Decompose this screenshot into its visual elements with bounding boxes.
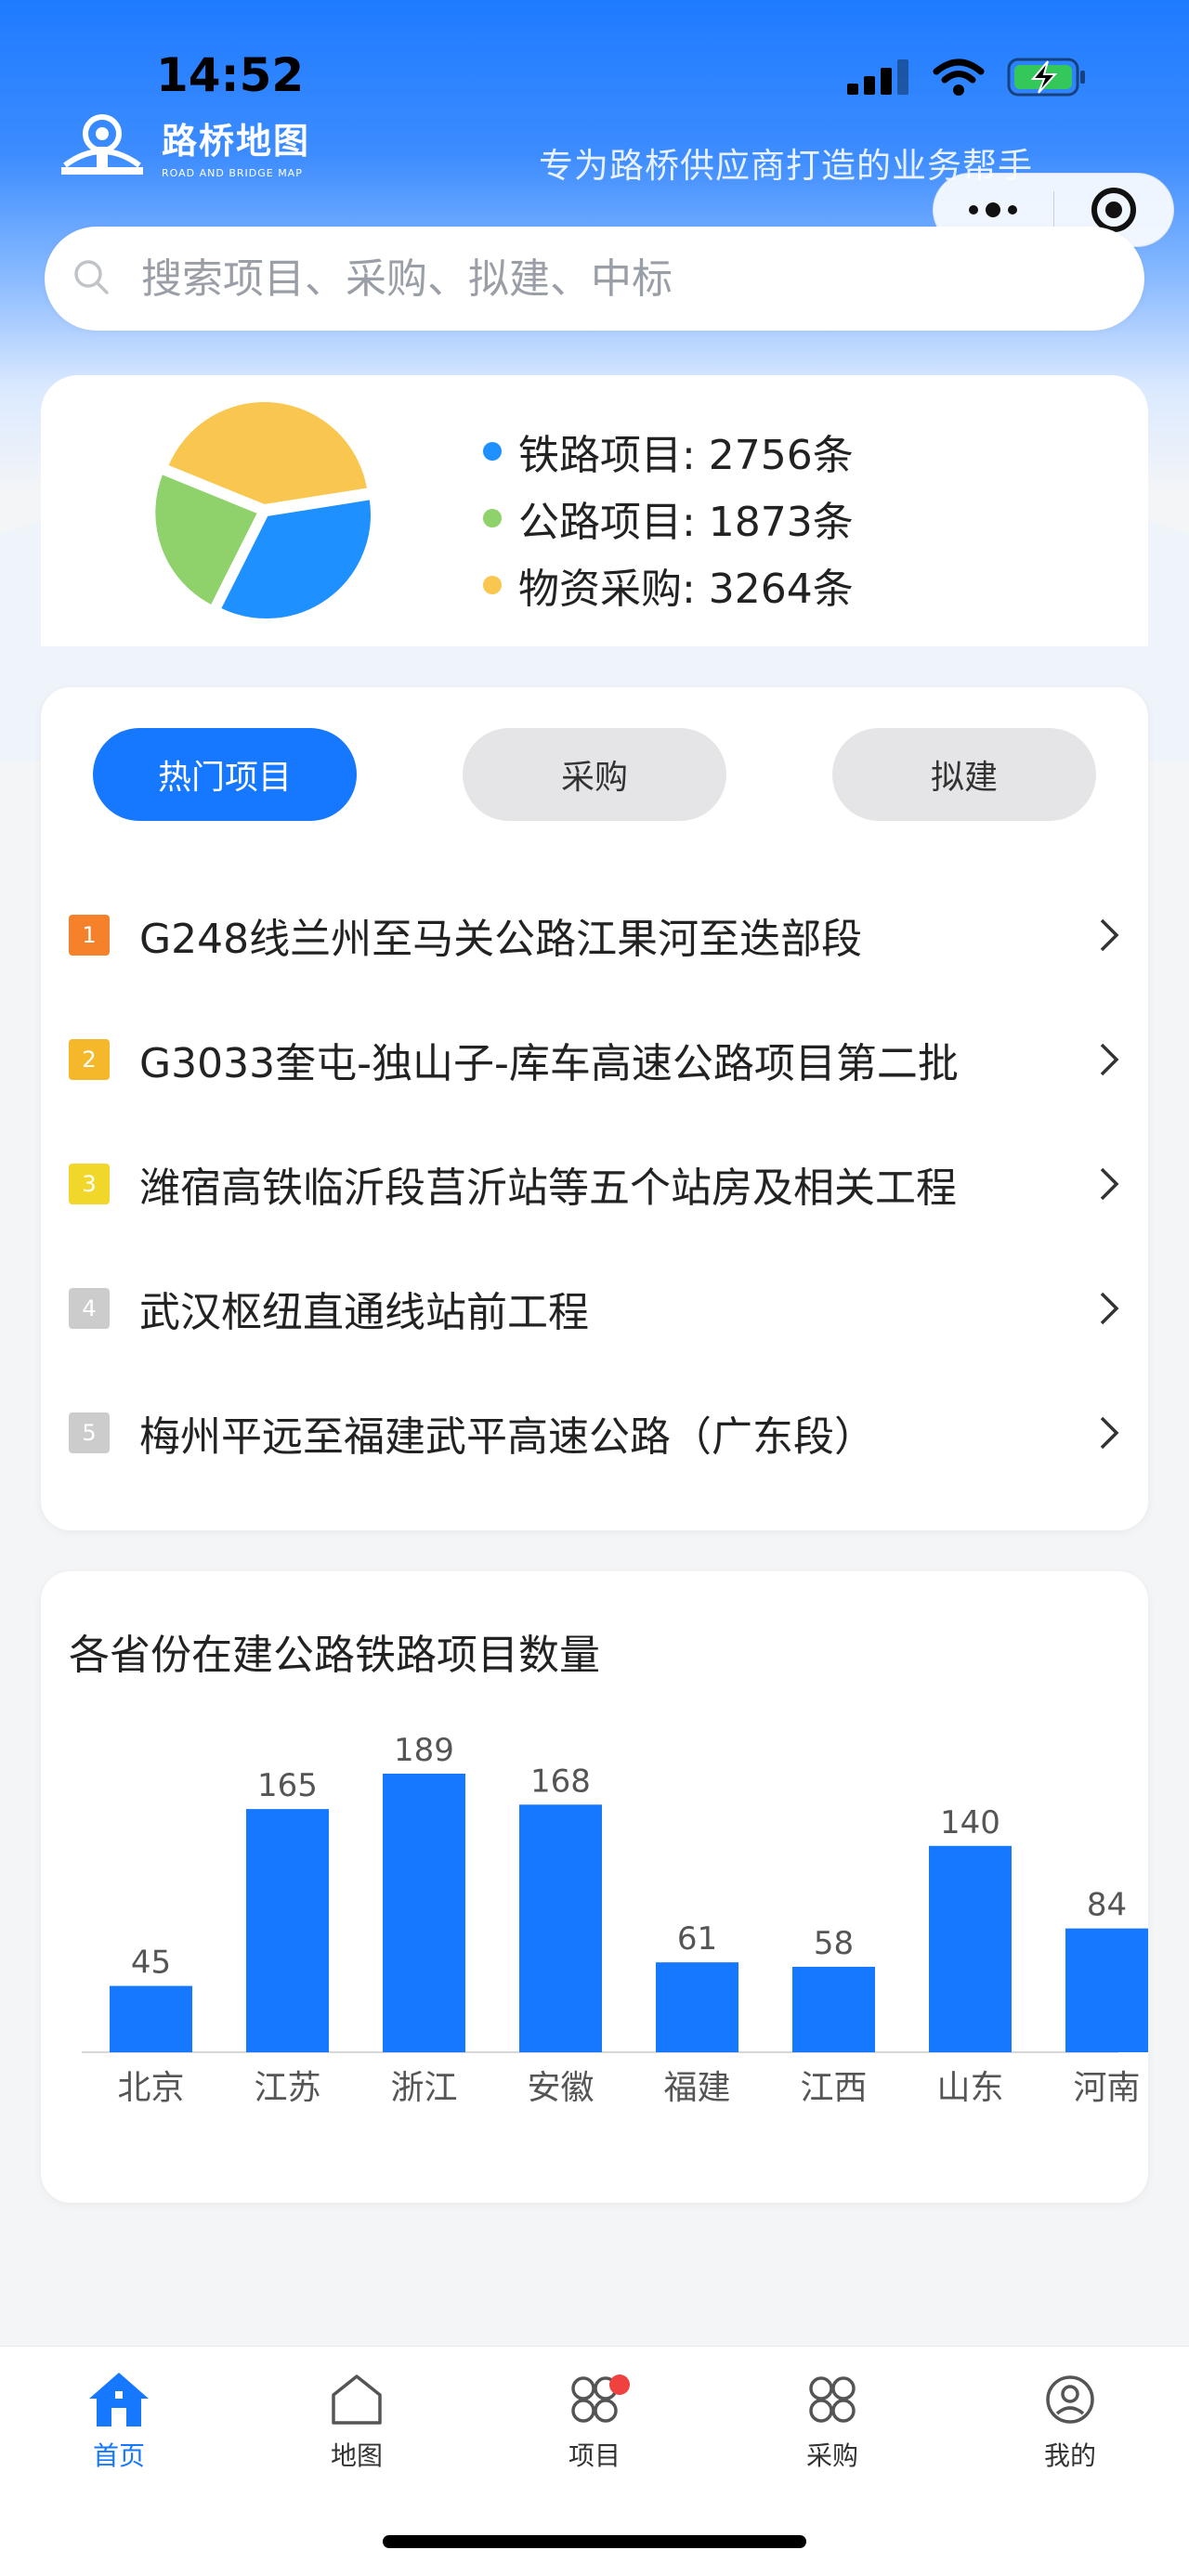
logo-icon [59, 110, 145, 182]
chart-bar[interactable] [792, 1966, 875, 2052]
rank-badge: 1 [69, 915, 110, 956]
category-tabs: 热门项目 采购 拟建 [93, 728, 1096, 821]
bar-value-label: 189 [394, 1732, 454, 1769]
more-dot-icon [969, 205, 979, 215]
x-tick-label: 福建 [663, 2069, 730, 2107]
rank-badge: 4 [69, 1288, 110, 1329]
bar-value-label: 84 [1087, 1887, 1127, 1924]
x-tick-label: 山东 [936, 2069, 1003, 2107]
list-item[interactable]: 4 武汉枢纽直通线站前工程 [69, 1246, 1128, 1371]
legend-item-purchase[interactable]: 物资采购: 3264条 [483, 552, 854, 618]
legend-label: 物资采购: 3264条 [518, 566, 854, 613]
tabbar-item-map[interactable]: 地图 [282, 2371, 431, 2473]
rank-badge: 3 [69, 1164, 110, 1204]
logo-name: 路桥地图 [162, 121, 311, 162]
logo-subtitle: ROAD AND BRIDGE MAP [162, 167, 303, 179]
x-tick-label: 江苏 [254, 2069, 320, 2107]
hot-project-list: 1 G248线兰州至马关公路江果河至迭部段 2 G3033奎屯-独山子-库车高速… [69, 873, 1128, 1495]
chart-bar[interactable] [929, 1845, 1012, 2052]
bar-value-label: 61 [677, 1920, 717, 1958]
list-item[interactable]: 2 G3033奎屯-独山子-库车高速公路项目第二批 [69, 997, 1128, 1122]
legend-dot [483, 509, 502, 527]
chart-bar[interactable] [656, 1962, 738, 2052]
province-chart-card: 45 北京 165 江苏 189 浙江 168 安徽 61 福建 58 江西 140 山东 84 河南 各省份… [41, 1571, 1148, 2203]
notification-badge [609, 2374, 630, 2395]
tabbar-item-profile[interactable]: 我的 [996, 2371, 1144, 2473]
bar-value-label: 58 [814, 1925, 854, 1962]
tab-purchase[interactable]: 采购 [463, 728, 726, 821]
rank-badge: 2 [69, 1039, 110, 1080]
list-item[interactable]: 5 梅州平远至福建武平高速公路（广东段） [69, 1371, 1128, 1495]
bar-value-label: 168 [530, 1763, 591, 1800]
chart-bar[interactable] [246, 1809, 329, 2052]
search-icon [72, 258, 110, 299]
home-indicator [383, 2535, 806, 2548]
x-tick-label: 河南 [1073, 2069, 1140, 2107]
tabbar-label: 项目 [568, 2440, 621, 2471]
x-tick-label: 安徽 [527, 2069, 594, 2107]
more-dot-icon [986, 202, 1001, 217]
chart-title: 各省份在建公路铁路项目数量 [69, 1632, 600, 1679]
hot-projects-card: 热门项目 采购 拟建 1 G248线兰州至马关公路江果河至迭部段 2 G3033… [41, 687, 1148, 1530]
chart-bar[interactable] [519, 1804, 602, 2052]
chart-bar[interactable] [383, 1774, 465, 2052]
x-tick-label: 浙江 [390, 2069, 457, 2107]
tabbar-label: 采购 [805, 2440, 858, 2471]
tab-hot-projects[interactable]: 热门项目 [93, 728, 357, 821]
search-bar[interactable] [45, 227, 1144, 331]
list-item[interactable]: 3 潍宿高铁临沂段莒沂站等五个站房及相关工程 [69, 1122, 1128, 1246]
rank-badge: 5 [69, 1412, 110, 1453]
chevron-right-icon [1091, 917, 1128, 954]
legend-dot [483, 442, 502, 461]
chevron-right-icon [1091, 1165, 1128, 1203]
chevron-right-icon [1091, 1290, 1128, 1327]
project-title: G3033奎屯-独山子-库车高速公路项目第二批 [139, 1040, 959, 1087]
tabbar-item-projects[interactable]: 项目 [520, 2371, 669, 2473]
chevron-right-icon [1091, 1414, 1128, 1451]
purchase-icon [809, 2376, 856, 2423]
x-tick-label: 北京 [117, 2069, 184, 2107]
chart-bar[interactable] [1065, 1928, 1148, 2052]
chevron-right-icon [1091, 1041, 1128, 1078]
tabbar-label: 我的 [1043, 2440, 1096, 2471]
project-title: 梅州平远至福建武平高速公路（广东段） [139, 1413, 875, 1461]
stats-pie-chart [152, 399, 374, 622]
bar-value-label: 140 [940, 1804, 1000, 1841]
profile-icon [1046, 2375, 1094, 2424]
bar-value-label: 165 [257, 1767, 318, 1804]
tabbar-item-home[interactable]: 首页 [45, 2371, 193, 2473]
project-title: 武汉枢纽直通线站前工程 [139, 1289, 589, 1336]
search-input[interactable] [141, 254, 1070, 303]
more-dot-icon [1008, 205, 1018, 215]
battery-charging-icon [1007, 58, 1087, 100]
home-icon [89, 2373, 149, 2426]
legend-dot [483, 576, 502, 594]
wifi-icon [933, 59, 985, 99]
tabbar-label: 首页 [92, 2440, 145, 2471]
x-tick-label: 江西 [800, 2069, 867, 2107]
legend-item-highway[interactable]: 公路项目: 1873条 [483, 485, 854, 552]
stats-legend: 铁路项目: 2756条 公路项目: 1873条 物资采购: 3264条 [483, 418, 854, 618]
status-icons [847, 58, 1087, 100]
chart-bar[interactable] [110, 1985, 192, 2052]
app-logo: 路桥地图 ROAD AND BRIDGE MAP [59, 110, 310, 182]
status-time: 14:52 [156, 48, 305, 102]
project-title: 潍宿高铁临沂段莒沂站等五个站房及相关工程 [139, 1164, 957, 1212]
stats-card: 铁路项目: 2756条 公路项目: 1873条 物资采购: 3264条 [41, 375, 1148, 646]
list-item[interactable]: 1 G248线兰州至马关公路江果河至迭部段 [69, 873, 1128, 997]
legend-label: 公路项目: 1873条 [518, 499, 854, 546]
bar-value-label: 45 [131, 1945, 171, 1982]
map-icon [332, 2374, 382, 2425]
tabbar-label: 地图 [330, 2440, 383, 2471]
project-title: G248线兰州至马关公路江果河至迭部段 [139, 916, 863, 963]
tab-planned[interactable]: 拟建 [832, 728, 1096, 821]
more-menu-button[interactable] [934, 202, 1053, 217]
legend-item-railway[interactable]: 铁路项目: 2756条 [483, 418, 854, 485]
tabbar-item-purchase[interactable]: 采购 [758, 2371, 907, 2473]
legend-label: 铁路项目: 2756条 [518, 432, 854, 479]
signal-icon [847, 59, 910, 98]
